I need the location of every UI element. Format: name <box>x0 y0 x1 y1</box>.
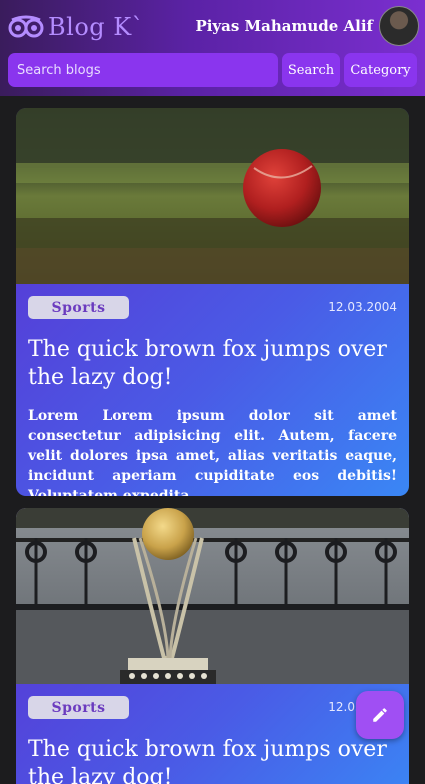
avatar[interactable] <box>379 6 419 46</box>
search-input[interactable] <box>8 53 278 87</box>
search-bar: Search Category <box>8 53 417 87</box>
post-excerpt: Lorem Lorem ipsum dolor sit amet consect… <box>28 408 397 496</box>
post-card[interactable]: Sports 12.03.2004 The quick brown fox ju… <box>16 508 409 784</box>
post-card[interactable]: Sports 12.03.2004 The quick brown fox ju… <box>16 108 409 496</box>
post-image-cricket-ball <box>16 108 409 284</box>
post-meta: Sports 12.03.2004 <box>16 684 409 728</box>
post-image-trophy <box>16 508 409 684</box>
app-header: Blog K` Piyas Mahamude Alif Search Categ… <box>0 0 425 96</box>
post-meta: Sports 12.03.2004 <box>16 284 409 328</box>
user-profile[interactable]: Piyas Mahamude Alif <box>195 6 419 46</box>
brand[interactable]: Blog K` <box>8 12 144 42</box>
post-date: 12.03.2004 <box>328 300 397 314</box>
pencil-icon <box>373 708 387 722</box>
brand-title: Blog K` <box>48 13 145 41</box>
owl-glasses-icon <box>8 15 44 38</box>
category-badge[interactable]: Sports <box>28 296 129 319</box>
search-button[interactable]: Search <box>282 53 340 87</box>
category-button[interactable]: Category <box>344 53 417 87</box>
post-title[interactable]: The quick brown fox jumps over the lazy … <box>16 328 409 392</box>
category-badge[interactable]: Sports <box>28 696 129 719</box>
write-post-button[interactable] <box>356 691 404 739</box>
user-name: Piyas Mahamude Alif <box>195 17 373 35</box>
post-title[interactable]: The quick brown fox jumps over the lazy … <box>16 728 409 784</box>
